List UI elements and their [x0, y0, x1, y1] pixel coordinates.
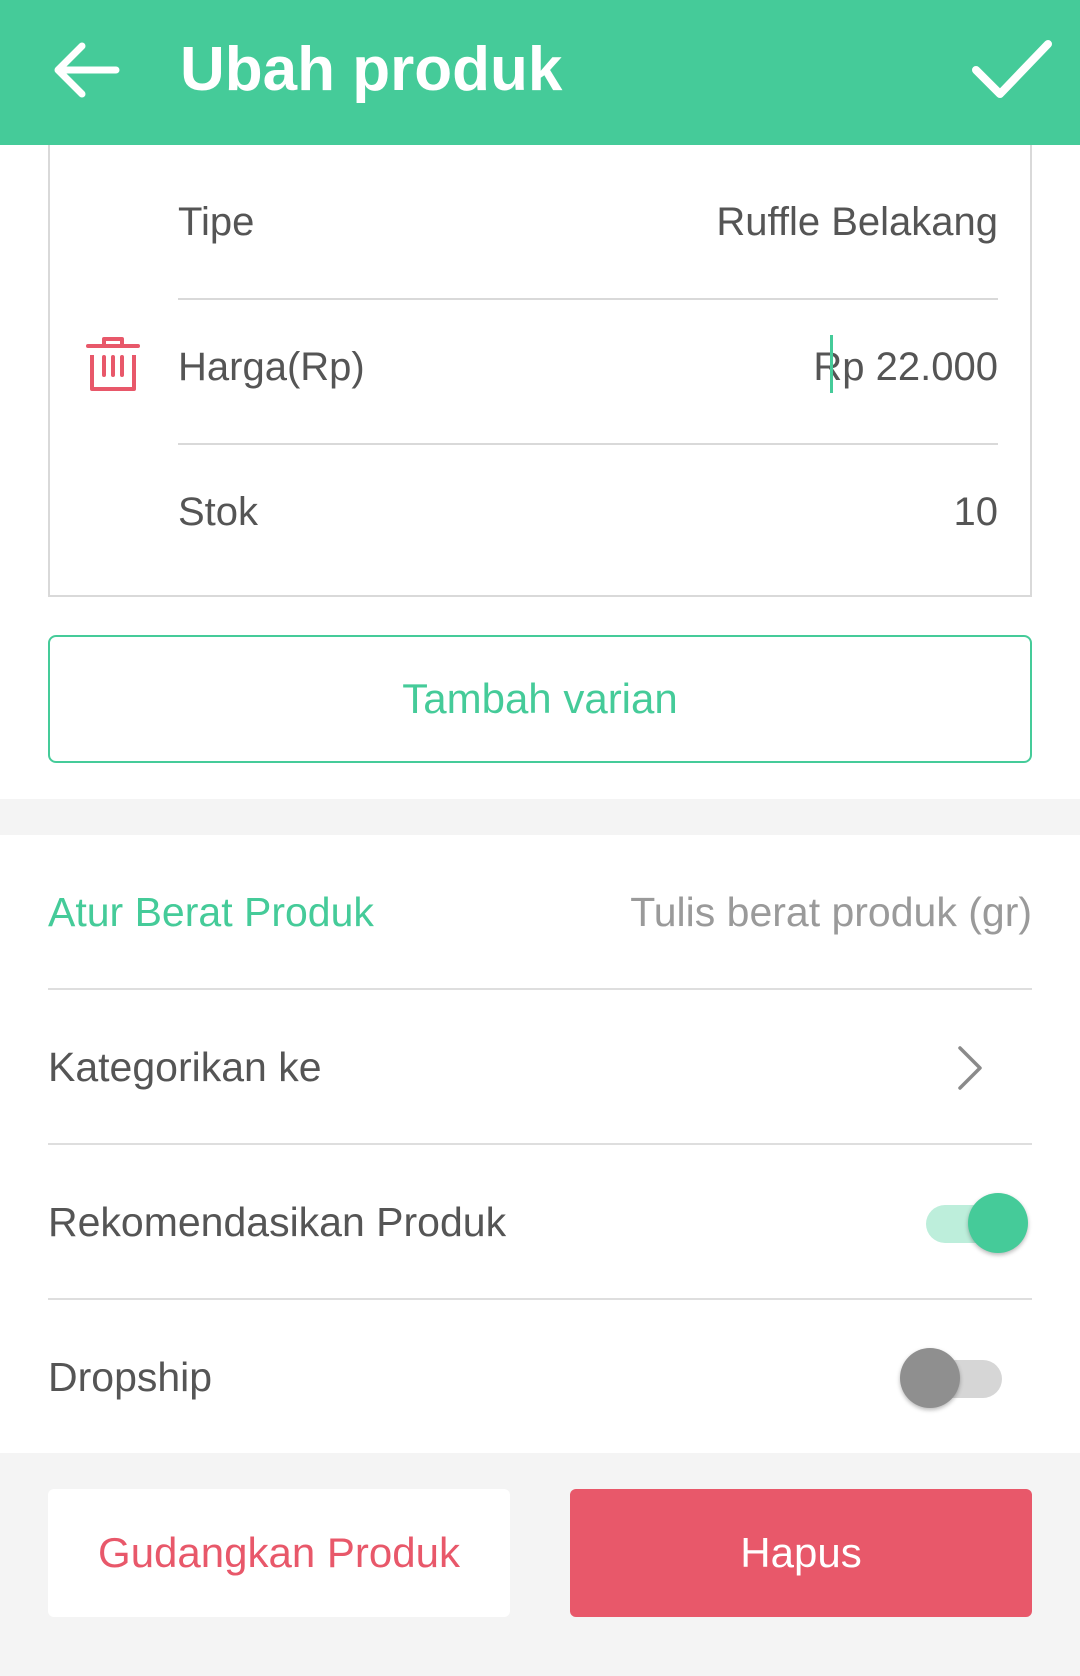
text-cursor [830, 335, 833, 393]
settings-section: Atur Berat Produk Tulis berat produk (gr… [0, 835, 1080, 1453]
weight-input[interactable]: Tulis berat produk (gr) [630, 835, 1032, 990]
weight-label: Atur Berat Produk [48, 889, 374, 935]
variant-price-row[interactable]: Harga(Rp) Rp 22.000 [178, 290, 998, 445]
app-bar: Ubah produk [0, 0, 1080, 145]
recommend-toggle[interactable] [918, 1190, 1028, 1256]
variant-stock-label: Stok [178, 490, 259, 534]
variant-type-label: Tipe [178, 200, 255, 244]
check-icon[interactable] [968, 24, 1056, 112]
arrow-left-icon[interactable] [44, 28, 128, 112]
variant-price-label: Harga(Rp) [178, 345, 365, 389]
add-variant-button[interactable]: Tambah varian [48, 635, 1032, 763]
variant-card: Tipe Ruffle Belakang Harga(Rp) Rp 22.000… [48, 145, 1032, 597]
chevron-right-icon [958, 1046, 982, 1090]
dropship-row: Dropship [0, 1300, 1080, 1455]
recommend-label: Rekomendasikan Produk [48, 1199, 507, 1245]
bottom-action-bar: Gudangkan Produk Hapus [0, 1453, 1080, 1676]
price-input[interactable]: Rp 22.000 [813, 290, 998, 445]
category-label: Kategorikan ke [48, 1044, 322, 1090]
toggle-knob [900, 1348, 960, 1408]
weight-row[interactable]: Atur Berat Produk Tulis berat produk (gr… [0, 835, 1080, 990]
category-row[interactable]: Kategorikan ke [0, 990, 1080, 1145]
delete-button[interactable]: Hapus [570, 1489, 1032, 1617]
trash-icon[interactable] [82, 333, 144, 395]
variant-section: Tipe Ruffle Belakang Harga(Rp) Rp 22.000… [0, 145, 1080, 799]
recommend-row: Rekomendasikan Produk [0, 1145, 1080, 1300]
dropship-toggle[interactable] [900, 1345, 1010, 1411]
variant-type-row[interactable]: Tipe Ruffle Belakang [178, 145, 998, 300]
store-product-button[interactable]: Gudangkan Produk [48, 1489, 510, 1617]
page-title: Ubah produk [180, 35, 563, 104]
toggle-knob [968, 1193, 1028, 1253]
variant-stock-row[interactable]: Stok 10 [178, 435, 998, 590]
variant-type-value[interactable]: Ruffle Belakang [716, 145, 998, 300]
dropship-label: Dropship [48, 1354, 213, 1400]
stock-input[interactable]: 10 [954, 435, 999, 590]
